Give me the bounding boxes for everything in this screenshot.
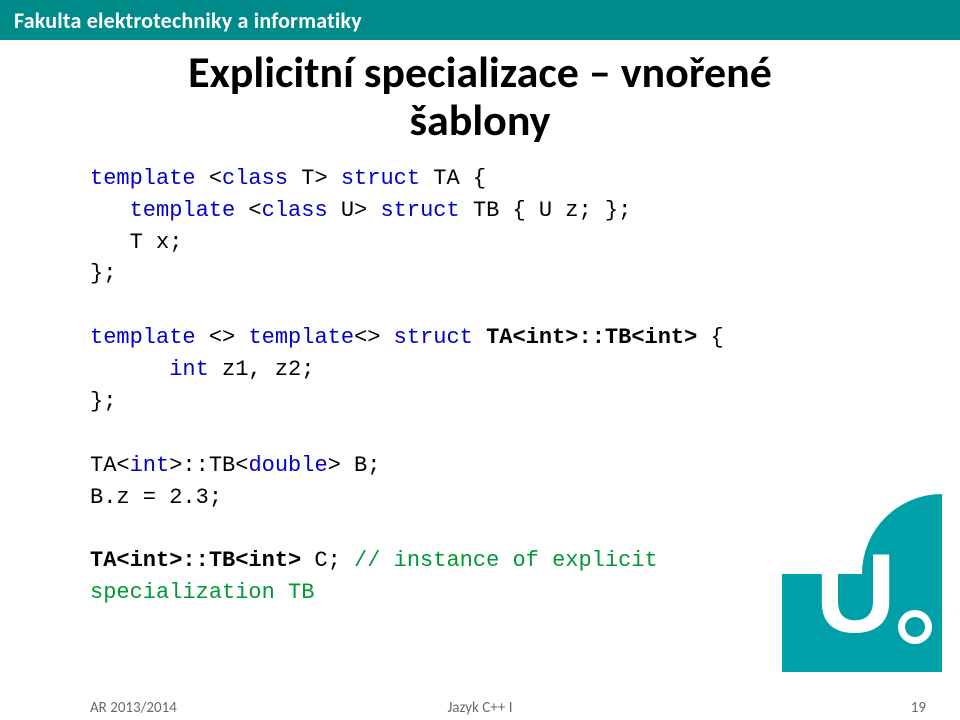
footer-course: Jazyk C++ I: [448, 699, 513, 717]
kw-struct: struct: [341, 166, 420, 191]
struct-name: TA<int>::TB<int>: [486, 325, 697, 350]
title-line1: Explicitní specializace – vnořené: [188, 45, 772, 99]
kw-template: template: [248, 325, 354, 350]
code-text: };: [90, 261, 116, 286]
code-text: {: [697, 325, 723, 350]
logo-shape: [905, 617, 925, 637]
header-bar: Fakulta elektrotechniky a informatiky: [0, 0, 960, 40]
code-text: C;: [301, 548, 354, 573]
kw-class: class: [262, 198, 328, 223]
code-text: <: [235, 198, 261, 223]
kw-template: template: [90, 325, 196, 350]
code-text: z1, z2;: [209, 357, 315, 382]
code-text: TB { U z; };: [460, 198, 632, 223]
code-text: [473, 325, 486, 350]
kw-double: double: [248, 453, 327, 478]
slide: Fakulta elektrotechniky a informatiky Ex…: [0, 0, 960, 720]
slide-title: Explicitní specializace – vnořené šablon…: [0, 48, 960, 145]
title-line2: šablony: [409, 93, 550, 147]
code-text: TA {: [420, 166, 486, 191]
code-text: U>: [328, 198, 381, 223]
kw-template: template: [130, 198, 236, 223]
university-logo: U: [782, 512, 942, 672]
kw-template: template: [90, 166, 196, 191]
code-text: TA<: [90, 453, 130, 478]
code-text: T x;: [90, 230, 182, 255]
code-text: B.z = 2.3;: [90, 485, 222, 510]
code-text: };: [90, 389, 116, 414]
kw-int: int: [130, 453, 170, 478]
code-text: [90, 198, 130, 223]
kw-struct: struct: [394, 325, 473, 350]
code-text: <>: [196, 325, 249, 350]
kw-int: int: [169, 357, 209, 382]
code-text: <>: [354, 325, 394, 350]
kw-struct: struct: [380, 198, 459, 223]
page-number: 19: [911, 699, 926, 717]
footer-year: AR 2013/2014: [90, 699, 177, 717]
struct-name: TA<int>::TB<int>: [90, 548, 301, 573]
kw-class: class: [222, 166, 288, 191]
code-text: [90, 357, 169, 382]
code-text: >::TB<: [169, 453, 248, 478]
logo-letter: U: [815, 538, 896, 650]
code-text: T>: [288, 166, 341, 191]
code-text: <: [196, 166, 222, 191]
code-text: > B;: [328, 453, 381, 478]
faculty-name: Fakulta elektrotechniky a informatiky: [14, 7, 362, 34]
